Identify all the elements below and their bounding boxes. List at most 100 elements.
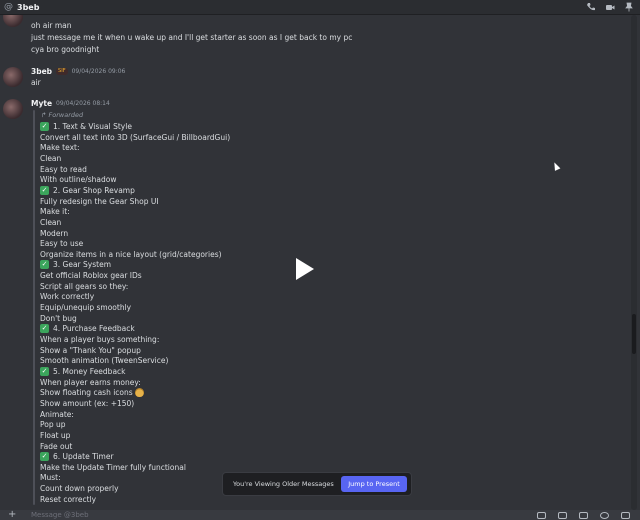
line-text: Float up [40,430,71,440]
line-text: Show amount (ex: +150) [40,398,135,408]
message-line: When player earns money: [40,378,141,387]
line-text: Clean [40,217,62,227]
scrollbar-thumb[interactable] [632,314,636,354]
message-line: Modern [40,229,68,238]
line-text: Make text: [40,143,80,153]
line-text: Show floating cash icons [40,388,133,398]
avatar[interactable] [3,15,23,27]
line-text: Make the Update Timer fully functional [40,462,186,472]
line-text: Smooth animation (TweenService) [40,356,169,366]
section-heading: ✓ 1. Text & Visual Style [40,122,132,131]
line-text: Clean [40,153,62,163]
message-line: just message me it when u wake up and I'… [31,33,353,42]
message-line: air [31,78,41,87]
line-text: Fade out [40,441,73,451]
check-mark-icon: ✓ [40,452,49,462]
emoji-icon[interactable] [600,512,609,519]
author-name[interactable]: Myte [31,99,52,108]
older-messages-banner: You're Viewing Older Messages Jump to Pr… [222,472,412,496]
message-line: Show floating cash icons [40,388,144,398]
older-messages-text: You're Viewing Older Messages [233,480,334,488]
check-mark-icon: ✓ [40,260,49,270]
section-heading: ✓ 6. Update Timer [40,452,114,462]
add-attachment-icon[interactable]: + [8,510,16,520]
message-line: Get official Roblox gear IDs [40,271,142,280]
money-bag-icon [134,388,144,398]
message-line: Float up [40,431,70,440]
video-icon[interactable] [605,2,615,12]
section-heading: ✓ 4. Purchase Feedback [40,324,135,334]
line-text: 4. Purchase Feedback [53,324,135,334]
line-text: 3. Gear System [53,260,111,270]
message-line: Show amount (ex: +150) [40,399,134,408]
line-text: Organize items in a nice layout (grid/ca… [40,249,222,259]
line-text: Easy to read [40,164,87,174]
message-header: 3beb SIF 09/04/2026 09:06 [31,67,125,76]
scrollbar-track[interactable] [631,15,637,510]
message-line: Fade out [40,442,72,451]
line-text: Script all gears so they: [40,281,129,291]
message-line: Work correctly [40,292,94,301]
gift-icon[interactable] [537,512,546,519]
line-text: Pop up [40,420,66,430]
timestamp: 09/04/2026 08:14 [56,100,110,107]
line-text: Count down properly [40,484,119,494]
line-text: With outline/shadow [40,175,117,185]
line-text: 5. Money Feedback [53,366,126,376]
message-line: With outline/shadow [40,175,117,184]
line-text: Must: [40,473,61,483]
line-text: Fully redesign the Gear Shop UI [40,196,159,206]
line-text: 1. Text & Visual Style [53,122,132,131]
phone-icon[interactable] [586,2,596,12]
line-text: When player earns money: [40,377,141,387]
apps-icon[interactable] [621,512,630,519]
avatar[interactable] [3,67,23,87]
section-heading: ✓ 3. Gear System [40,260,111,270]
message-line: Must: [40,473,61,482]
line-text: Easy to use [40,239,84,249]
line-text: When a player buys something: [40,335,160,344]
check-mark-icon: ✓ [40,366,49,376]
line-text: Don't bug [40,313,77,323]
message-line: Smooth animation (TweenService) [40,356,168,365]
section-heading: ✓ 5. Money Feedback [40,366,126,376]
message-line: Reset correctly [40,495,96,504]
message-line: Don't bug [40,314,77,323]
line-text: Convert all text into 3D (SurfaceGui / B… [40,132,231,142]
sticker-icon[interactable] [579,512,588,519]
author-name[interactable]: 3beb [31,67,52,76]
message-line: cya bro goodnight [31,45,100,54]
message-line: Fully redesign the Gear Shop UI [40,197,159,206]
message-line: Make the Update Timer fully functional [40,463,186,472]
line-text: Reset correctly [40,494,97,504]
message-line: When a player buys something: [40,335,159,344]
jump-to-present-button[interactable]: Jump to Present [341,476,407,492]
line-text: Show a "Thank You" popup [40,345,141,355]
message-line: Convert all text into 3D (SurfaceGui / B… [40,133,230,142]
message-line: oh air man [31,21,72,30]
message-line: Clean [40,154,61,163]
message-line: Script all gears so they: [40,282,128,291]
timestamp: 09/04/2026 09:06 [71,68,126,75]
line-text: Get official Roblox gear IDs [40,271,142,281]
check-mark-icon: ✓ [40,122,49,131]
avatar[interactable] [3,99,23,119]
gif-icon[interactable] [558,512,567,519]
check-mark-icon: ✓ [40,185,49,195]
check-mark-icon: ✓ [40,324,49,334]
line-text: Animate: [40,409,74,419]
channel-header: @ 3beb [0,0,640,15]
message-line: Pop up [40,420,66,429]
message-line: Count down properly [40,484,119,493]
line-text: Modern [40,228,69,238]
play-icon[interactable] [296,258,314,280]
line-text: Make it: [40,207,70,217]
message-line: Equip/unequip smoothly [40,303,131,312]
channel-title: 3beb [17,2,40,12]
pin-icon[interactable] [624,2,634,12]
line-text: Work correctly [40,292,95,302]
forwarded-text: Forwarded [48,111,84,119]
message-composer[interactable]: + Message @3beb [0,510,640,520]
line-text: Equip/unequip smoothly [40,303,132,313]
message-input[interactable]: Message @3beb [31,511,89,519]
